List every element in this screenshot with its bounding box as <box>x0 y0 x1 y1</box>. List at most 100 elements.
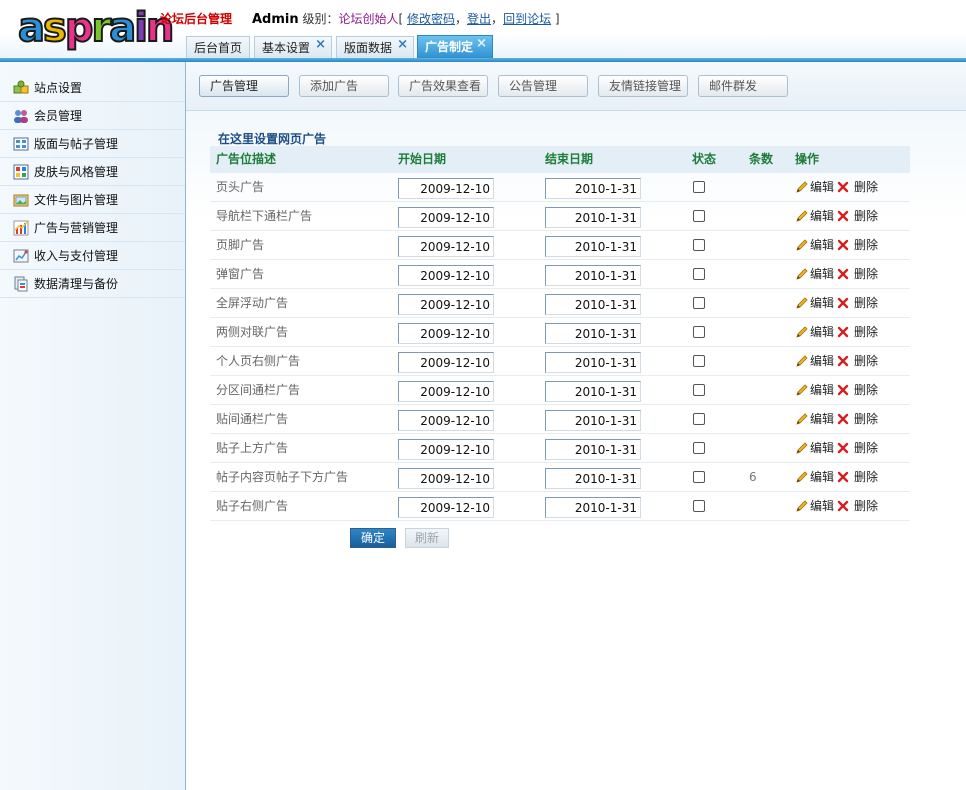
delete-link[interactable]: 删除 <box>854 492 878 520</box>
delete-icon[interactable] <box>837 239 849 251</box>
pencil-icon[interactable] <box>795 180 809 194</box>
end-date-input[interactable] <box>545 294 641 315</box>
start-date-input[interactable] <box>398 178 494 199</box>
tab-board-data[interactable]: 版面数据 × <box>336 36 414 58</box>
end-date-input[interactable] <box>545 265 641 286</box>
delete-icon[interactable] <box>837 500 849 512</box>
start-date-input[interactable] <box>398 439 494 460</box>
delete-icon[interactable] <box>837 326 849 338</box>
delete-icon[interactable] <box>837 181 849 193</box>
edit-link[interactable]: 编辑 <box>810 347 834 375</box>
start-date-input[interactable] <box>398 207 494 228</box>
logout-link[interactable]: 登出 <box>467 12 491 26</box>
edit-link[interactable]: 编辑 <box>810 434 834 462</box>
start-date-input[interactable] <box>398 294 494 315</box>
delete-icon[interactable] <box>837 442 849 454</box>
back-to-forum-link[interactable]: 回到论坛 <box>503 12 551 26</box>
edit-link[interactable]: 编辑 <box>810 318 834 346</box>
subtab-mass-mail[interactable]: 邮件群发 <box>698 75 788 97</box>
sidebar-item-data-backup[interactable]: 数据清理与备份 <box>0 270 185 298</box>
edit-link[interactable]: 编辑 <box>810 376 834 404</box>
sidebar-item-income-payment[interactable]: 收入与支付管理 <box>0 242 185 270</box>
pencil-icon[interactable] <box>795 470 809 484</box>
delete-icon[interactable] <box>837 268 849 280</box>
start-date-input[interactable] <box>398 323 494 344</box>
refresh-button[interactable]: 刷新 <box>405 528 449 548</box>
edit-link[interactable]: 编辑 <box>810 202 834 230</box>
close-icon[interactable]: × <box>397 34 408 56</box>
status-checkbox[interactable] <box>693 384 705 396</box>
delete-link[interactable]: 删除 <box>854 318 878 346</box>
tab-ad-settings[interactable]: 广告制定 × <box>417 35 493 59</box>
edit-link[interactable]: 编辑 <box>810 463 834 491</box>
edit-link[interactable]: 编辑 <box>810 231 834 259</box>
end-date-input[interactable] <box>545 236 641 257</box>
pencil-icon[interactable] <box>795 499 809 513</box>
subtab-friend-links[interactable]: 友情链接管理 <box>598 75 688 97</box>
status-checkbox[interactable] <box>693 268 705 280</box>
edit-link[interactable]: 编辑 <box>810 289 834 317</box>
tab-basic-settings[interactable]: 基本设置 × <box>254 36 332 58</box>
pencil-icon[interactable] <box>795 238 809 252</box>
sidebar-item-boards-posts[interactable]: 版面与帖子管理 <box>0 130 185 158</box>
subtab-announcements[interactable]: 公告管理 <box>498 75 588 97</box>
delete-icon[interactable] <box>837 297 849 309</box>
status-checkbox[interactable] <box>693 500 705 512</box>
sidebar-item-site-settings[interactable]: 站点设置 <box>0 74 185 102</box>
close-icon[interactable]: × <box>315 34 326 56</box>
pencil-icon[interactable] <box>795 441 809 455</box>
end-date-input[interactable] <box>545 381 641 402</box>
edit-link[interactable]: 编辑 <box>810 405 834 433</box>
confirm-button[interactable]: 确定 <box>350 528 396 548</box>
pencil-icon[interactable] <box>795 209 809 223</box>
pencil-icon[interactable] <box>795 354 809 368</box>
delete-icon[interactable] <box>837 210 849 222</box>
end-date-input[interactable] <box>545 207 641 228</box>
delete-link[interactable]: 删除 <box>854 202 878 230</box>
delete-link[interactable]: 删除 <box>854 173 878 201</box>
end-date-input[interactable] <box>545 178 641 199</box>
end-date-input[interactable] <box>545 410 641 431</box>
status-checkbox[interactable] <box>693 471 705 483</box>
sidebar-item-skins-styles[interactable]: 皮肤与风格管理 <box>0 158 185 186</box>
close-icon[interactable]: × <box>476 33 487 55</box>
end-date-input[interactable] <box>545 352 641 373</box>
start-date-input[interactable] <box>398 236 494 257</box>
pencil-icon[interactable] <box>795 325 809 339</box>
delete-link[interactable]: 删除 <box>854 376 878 404</box>
end-date-input[interactable] <box>545 439 641 460</box>
delete-icon[interactable] <box>837 384 849 396</box>
subtab-ad-management[interactable]: 广告管理 <box>199 75 289 97</box>
pencil-icon[interactable] <box>795 296 809 310</box>
start-date-input[interactable] <box>398 381 494 402</box>
pencil-icon[interactable] <box>795 267 809 281</box>
start-date-input[interactable] <box>398 352 494 373</box>
delete-link[interactable]: 删除 <box>854 289 878 317</box>
start-date-input[interactable] <box>398 265 494 286</box>
status-checkbox[interactable] <box>693 297 705 309</box>
start-date-input[interactable] <box>398 410 494 431</box>
delete-link[interactable]: 删除 <box>854 231 878 259</box>
edit-link[interactable]: 编辑 <box>810 260 834 288</box>
delete-icon[interactable] <box>837 355 849 367</box>
delete-link[interactable]: 删除 <box>854 405 878 433</box>
subtab-add-ad[interactable]: 添加广告 <box>299 75 389 97</box>
end-date-input[interactable] <box>545 497 641 518</box>
edit-link[interactable]: 编辑 <box>810 173 834 201</box>
edit-link[interactable]: 编辑 <box>810 492 834 520</box>
change-password-link[interactable]: 修改密码 <box>407 12 455 26</box>
delete-link[interactable]: 删除 <box>854 260 878 288</box>
pencil-icon[interactable] <box>795 383 809 397</box>
delete-icon[interactable] <box>837 413 849 425</box>
status-checkbox[interactable] <box>693 442 705 454</box>
start-date-input[interactable] <box>398 497 494 518</box>
subtab-ad-stats[interactable]: 广告效果查看 <box>398 75 488 97</box>
status-checkbox[interactable] <box>693 326 705 338</box>
status-checkbox[interactable] <box>693 355 705 367</box>
delete-icon[interactable] <box>837 471 849 483</box>
status-checkbox[interactable] <box>693 181 705 193</box>
sidebar-item-files-images[interactable]: 文件与图片管理 <box>0 186 185 214</box>
sidebar-item-members[interactable]: 会员管理 <box>0 102 185 130</box>
status-checkbox[interactable] <box>693 413 705 425</box>
sidebar-item-ads-marketing[interactable]: 广告与营销管理 <box>0 214 185 242</box>
